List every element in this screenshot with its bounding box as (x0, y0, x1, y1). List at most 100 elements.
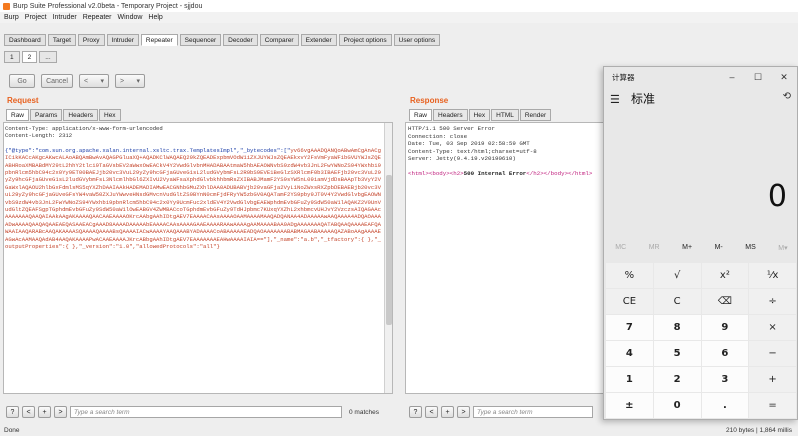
plus-button[interactable]: + (749, 367, 796, 392)
square-button[interactable]: x² (701, 263, 749, 288)
tab-params[interactable]: Params (30, 109, 63, 121)
tab-render[interactable]: Render (519, 109, 552, 121)
digit-1-button[interactable]: 1 (606, 367, 653, 392)
request-body: {"@type":"com.sun.org.apache.xalan.inter… (5, 147, 383, 251)
go-button[interactable]: Go (9, 74, 35, 88)
response-viewer[interactable]: HTTP/1.1 500 Server Error Connection: cl… (405, 122, 605, 394)
search-prev-button[interactable]: < (425, 406, 438, 418)
digit-3-button[interactable]: 3 (701, 367, 749, 392)
memory-add-button[interactable]: M+ (682, 244, 692, 252)
percent-button[interactable]: % (606, 263, 653, 288)
tab-extender[interactable]: Extender (300, 34, 337, 46)
calculator-keypad: % √ x² ¹⁄x CE C ⌫ ÷ 7 8 9 × 4 5 6 − 1 2 … (606, 263, 796, 418)
digit-4-button[interactable]: 4 (606, 341, 653, 366)
backspace-button[interactable]: ⌫ (701, 289, 749, 314)
minus-button[interactable]: − (749, 341, 796, 366)
memory-row: MC MR M+ M- MS M▾ (604, 244, 798, 252)
help-icon[interactable]: ? (6, 406, 19, 418)
dropdown-arrow-icon: ▾ (136, 78, 140, 85)
sqrt-button[interactable]: √ (653, 263, 701, 288)
response-search-input[interactable]: Type a search term (473, 406, 593, 418)
request-editor[interactable]: Content-Type: application/x-www-form-url… (3, 122, 393, 394)
request-scrollbar-thumb[interactable] (386, 175, 392, 325)
menu-window[interactable]: Window (118, 14, 143, 21)
digit-6-button[interactable]: 6 (701, 341, 749, 366)
tab-headers[interactable]: Headers (433, 109, 468, 121)
negate-button[interactable]: ± (606, 393, 653, 418)
response-line: Server: Jetty(9.4.19.v20190610) (408, 155, 516, 163)
response-raw-text[interactable]: HTTP/1.1 500 Server Error Connection: cl… (408, 125, 592, 178)
request-tabs: Raw Params Headers Hex (6, 109, 121, 121)
menu-repeater[interactable]: Repeater (83, 14, 112, 21)
tab-hex[interactable]: Hex (99, 109, 121, 121)
help-icon[interactable]: ? (409, 406, 422, 418)
tab-proxy[interactable]: Proxy (77, 34, 105, 46)
tab-target[interactable]: Target (47, 34, 76, 46)
menu-burp[interactable]: Burp (4, 14, 19, 21)
close-icon[interactable]: ✕ (771, 67, 797, 87)
tab-dashboard[interactable]: Dashboard (4, 34, 46, 46)
search-prev-button[interactable]: < (22, 406, 35, 418)
tab-user-options[interactable]: User options (393, 34, 441, 46)
tab-raw[interactable]: Raw (6, 109, 30, 121)
tab-intruder[interactable]: Intruder (106, 34, 139, 46)
tab-headers[interactable]: Headers (63, 109, 98, 121)
clear-entry-button[interactable]: CE (606, 289, 653, 314)
tab-project-options[interactable]: Project options (338, 34, 392, 46)
calculator-display: 0 (767, 179, 787, 214)
repeater-tab-new[interactable]: ... (39, 51, 57, 63)
menu-help[interactable]: Help (148, 14, 162, 21)
request-search-bar: ? < + > Type a search term 0 matches (6, 406, 379, 418)
menu-project[interactable]: Project (25, 14, 47, 21)
memory-recall-button[interactable]: MR (649, 244, 660, 252)
search-plus-button[interactable]: + (38, 406, 51, 418)
menu-intruder[interactable]: Intruder (53, 14, 77, 21)
history-icon[interactable]: ⟲ (783, 91, 791, 102)
chevron-right-icon: > (120, 77, 125, 85)
minimize-icon[interactable]: – (719, 67, 745, 87)
multiply-button[interactable]: × (749, 315, 796, 340)
request-body-bytecodes: yv66vgAAADQANQoABwAmCgAnACgICikKACcAKgcA… (5, 146, 381, 243)
decimal-button[interactable]: . (701, 393, 749, 418)
back-button[interactable]: < ▾ (79, 74, 109, 88)
digit-7-button[interactable]: 7 (606, 315, 653, 340)
digit-0-button[interactable]: 0 (653, 393, 701, 418)
tab-repeater[interactable]: Repeater (140, 34, 178, 46)
repeater-subtabs: 1 2 ... (4, 51, 57, 63)
request-search-input[interactable]: Type a search term (70, 406, 342, 418)
response-error-text: 500 Internal Error (463, 169, 527, 177)
digit-5-button[interactable]: 5 (653, 341, 701, 366)
repeater-tab-2[interactable]: 2 (21, 51, 38, 63)
tab-hex[interactable]: Hex (468, 109, 491, 121)
memory-list-button[interactable]: M▾ (778, 244, 787, 252)
search-plus-button[interactable]: + (441, 406, 454, 418)
cancel-button[interactable]: Cancel (41, 74, 73, 88)
tab-html[interactable]: HTML (491, 109, 519, 121)
response-line: Connection: close (408, 132, 468, 140)
tab-comparer[interactable]: Comparer (259, 34, 299, 46)
menu-icon[interactable]: ☰ (610, 93, 620, 106)
clear-button[interactable]: C (653, 289, 701, 314)
search-next-button[interactable]: > (54, 406, 67, 418)
divide-button[interactable]: ÷ (749, 289, 796, 314)
tab-raw[interactable]: Raw (409, 109, 433, 121)
repeater-controls: Go Cancel < ▾ > ▾ (9, 74, 145, 88)
maximize-icon[interactable]: ☐ (745, 67, 771, 87)
equals-button[interactable]: = (749, 393, 796, 418)
digit-8-button[interactable]: 8 (653, 315, 701, 340)
status-text: Done (4, 426, 20, 434)
tab-sequencer[interactable]: Sequencer (179, 34, 222, 46)
memory-subtract-button[interactable]: M- (715, 244, 723, 252)
request-scrollbar[interactable] (384, 123, 392, 393)
response-html-body: <html><body><h2>500 Internal Error</h2><… (408, 170, 592, 178)
search-next-button[interactable]: > (457, 406, 470, 418)
forward-button[interactable]: > ▾ (115, 74, 145, 88)
digit-2-button[interactable]: 2 (653, 367, 701, 392)
request-raw-text[interactable]: Content-Type: application/x-www-form-url… (5, 125, 383, 251)
digit-9-button[interactable]: 9 (701, 315, 749, 340)
tab-decoder[interactable]: Decoder (223, 34, 258, 46)
memory-store-button[interactable]: MS (745, 244, 756, 252)
reciprocal-button[interactable]: ¹⁄x (749, 263, 796, 288)
memory-clear-button[interactable]: MC (615, 244, 626, 252)
repeater-tab-1[interactable]: 1 (4, 51, 20, 63)
